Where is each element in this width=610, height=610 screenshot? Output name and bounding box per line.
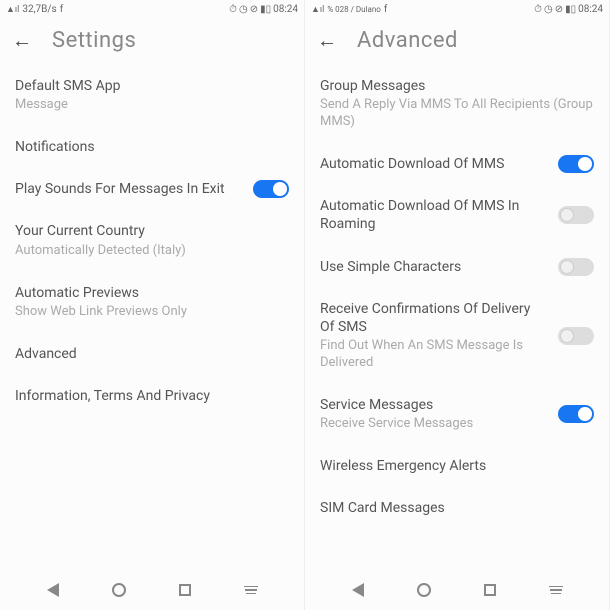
status-bar: ▲ıl % 028 / Dulano f ⏱ ◷ ⊘ ▮▯ 08:24 <box>305 0 609 18</box>
default-sms-item[interactable]: Default SMS App Message <box>15 65 289 126</box>
back-button[interactable]: ← <box>12 28 32 53</box>
nav-bar <box>305 570 609 610</box>
nav-back-icon[interactable] <box>352 583 364 597</box>
service-messages-toggle[interactable] <box>558 405 594 423</box>
play-sounds-toggle[interactable] <box>253 180 289 198</box>
auto-download-toggle[interactable] <box>558 155 594 173</box>
group-messages-item[interactable]: Group Messages Send A Reply Via MMS To A… <box>320 65 594 143</box>
setting-subtitle: Send A Reply Via MMS To All Recipients (… <box>320 97 594 131</box>
auto-download-item[interactable]: Automatic Download Of MMS <box>320 143 594 185</box>
nav-recent-icon[interactable] <box>484 584 496 596</box>
back-button[interactable]: ← <box>317 28 337 53</box>
nav-bar <box>0 570 304 610</box>
nav-home-icon[interactable] <box>417 583 431 597</box>
service-messages-item[interactable]: Service Messages Receive Service Message… <box>320 384 594 445</box>
setting-title: Service Messages <box>320 396 548 414</box>
alarm-icon: ⏱ <box>534 4 542 15</box>
status-bar: ▲ıl 32,7B/s f ⏱ ◷ ⊘ ▮▯ 08:24 <box>0 0 304 18</box>
time-label: 08:24 <box>578 4 603 15</box>
clock-icon: ◷ <box>239 4 248 15</box>
setting-title: Notifications <box>15 138 289 156</box>
setting-title: SIM Card Messages <box>320 499 594 517</box>
play-sounds-item[interactable]: Play Sounds For Messages In Exit <box>15 168 289 210</box>
emergency-alerts-item[interactable]: Wireless Emergency Alerts <box>320 445 594 487</box>
setting-title: Wireless Emergency Alerts <box>320 457 594 475</box>
sim-messages-item[interactable]: SIM Card Messages <box>320 487 594 529</box>
advanced-item[interactable]: Advanced <box>15 333 289 375</box>
signal-icon: ▲ıl <box>311 4 324 15</box>
simple-chars-item[interactable]: Use Simple Characters <box>320 246 594 288</box>
nav-menu-icon[interactable] <box>244 586 258 595</box>
setting-subtitle: Find Out When An SMS Message Is Delivere… <box>320 338 548 372</box>
app-bar: ← Settings <box>0 18 304 65</box>
nav-menu-icon[interactable] <box>549 586 563 595</box>
setting-subtitle: Show Web Link Previews Only <box>15 304 289 321</box>
facebook-icon: f <box>60 4 63 15</box>
dnd-icon: ⊘ <box>555 4 563 15</box>
setting-title: Information, Terms And Privacy <box>15 387 289 405</box>
battery-icon: ▮▯ <box>565 4 576 15</box>
notifications-item[interactable]: Notifications <box>15 126 289 168</box>
page-title: Advanced <box>357 28 458 53</box>
delivery-confirm-item[interactable]: Receive Confirmations Of Delivery Of SMS… <box>320 288 594 384</box>
setting-subtitle: Receive Service Messages <box>320 416 548 433</box>
alarm-icon: ⏱ <box>229 4 237 15</box>
setting-title: Use Simple Characters <box>320 258 548 276</box>
left-phone: ▲ıl 32,7B/s f ⏱ ◷ ⊘ ▮▯ 08:24 ← Settings … <box>0 0 305 610</box>
country-item[interactable]: Your Current Country Automatically Detec… <box>15 210 289 271</box>
info-item[interactable]: Information, Terms And Privacy <box>15 375 289 417</box>
right-phone: ▲ıl % 028 / Dulano f ⏱ ◷ ⊘ ▮▯ 08:24 ← Ad… <box>305 0 610 610</box>
setting-subtitle: Message <box>15 97 289 114</box>
nav-home-icon[interactable] <box>112 583 126 597</box>
facebook-icon: f <box>384 4 387 15</box>
delivery-confirm-toggle[interactable] <box>558 327 594 345</box>
setting-title: Your Current Country <box>15 222 289 240</box>
app-bar: ← Advanced <box>305 18 609 65</box>
setting-title: Automatic Download Of MMS In Roaming <box>320 197 548 233</box>
setting-title: Group Messages <box>320 77 594 95</box>
setting-subtitle: Automatically Detected (Italy) <box>15 243 289 260</box>
setting-title: Play Sounds For Messages In Exit <box>15 180 243 198</box>
page-title: Settings <box>52 28 136 53</box>
auto-download-roaming-toggle[interactable] <box>558 206 594 224</box>
setting-title: Default SMS App <box>15 77 289 95</box>
advanced-content: Group Messages Send A Reply Via MMS To A… <box>305 65 609 570</box>
settings-content: Default SMS App Message Notifications Pl… <box>0 65 304 570</box>
dnd-icon: ⊘ <box>250 4 258 15</box>
nav-back-icon[interactable] <box>47 583 59 597</box>
auto-download-roaming-item[interactable]: Automatic Download Of MMS In Roaming <box>320 185 594 245</box>
setting-title: Automatic Download Of MMS <box>320 155 548 173</box>
setting-title: Automatic Previews <box>15 284 289 302</box>
simple-chars-toggle[interactable] <box>558 258 594 276</box>
network-speed: 32,7B/s <box>22 4 56 15</box>
battery-icon: ▮▯ <box>260 4 271 15</box>
setting-title: Receive Confirmations Of Delivery Of SMS <box>320 300 548 336</box>
carrier-label: % 028 / Dulano <box>327 5 381 14</box>
setting-title: Advanced <box>15 345 289 363</box>
clock-icon: ◷ <box>544 4 553 15</box>
signal-icon: ▲ıl <box>6 4 19 15</box>
previews-item[interactable]: Automatic Previews Show Web Link Preview… <box>15 272 289 333</box>
nav-recent-icon[interactable] <box>179 584 191 596</box>
time-label: 08:24 <box>273 4 298 15</box>
